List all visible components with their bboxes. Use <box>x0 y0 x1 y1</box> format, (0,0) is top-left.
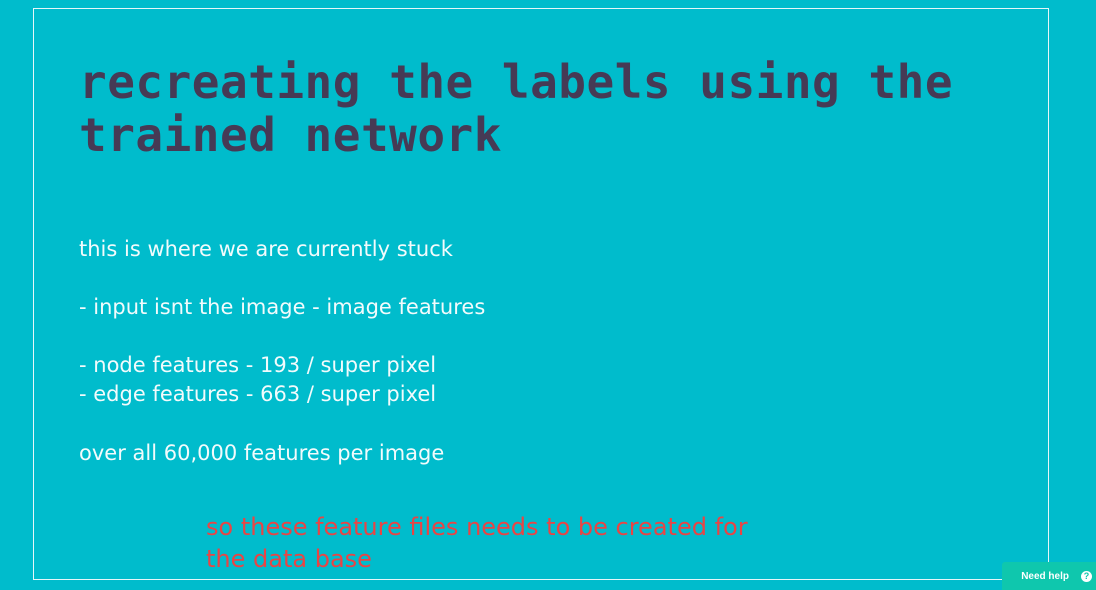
question-icon: ? <box>1081 570 1092 582</box>
need-help-label: Need help <box>1021 570 1069 582</box>
annotation-line-1: so these feature files needs to be creat… <box>206 513 748 541</box>
body-line-total-features: over all 60,000 features per image <box>79 441 445 465</box>
body-line-edge-features: - edge features - 663 / super pixel <box>79 382 437 406</box>
need-help-button[interactable]: Need help ? <box>1002 562 1096 590</box>
slide-title: recreating the labels using the trained … <box>79 55 954 162</box>
annotation-line-2: the data base <box>206 545 372 573</box>
body-line-input: - input isnt the image - image features <box>79 295 486 319</box>
body-line-status: this is where we are currently stuck <box>79 237 453 261</box>
body-line-node-features: - node features - 193 / super pixel <box>79 353 437 377</box>
